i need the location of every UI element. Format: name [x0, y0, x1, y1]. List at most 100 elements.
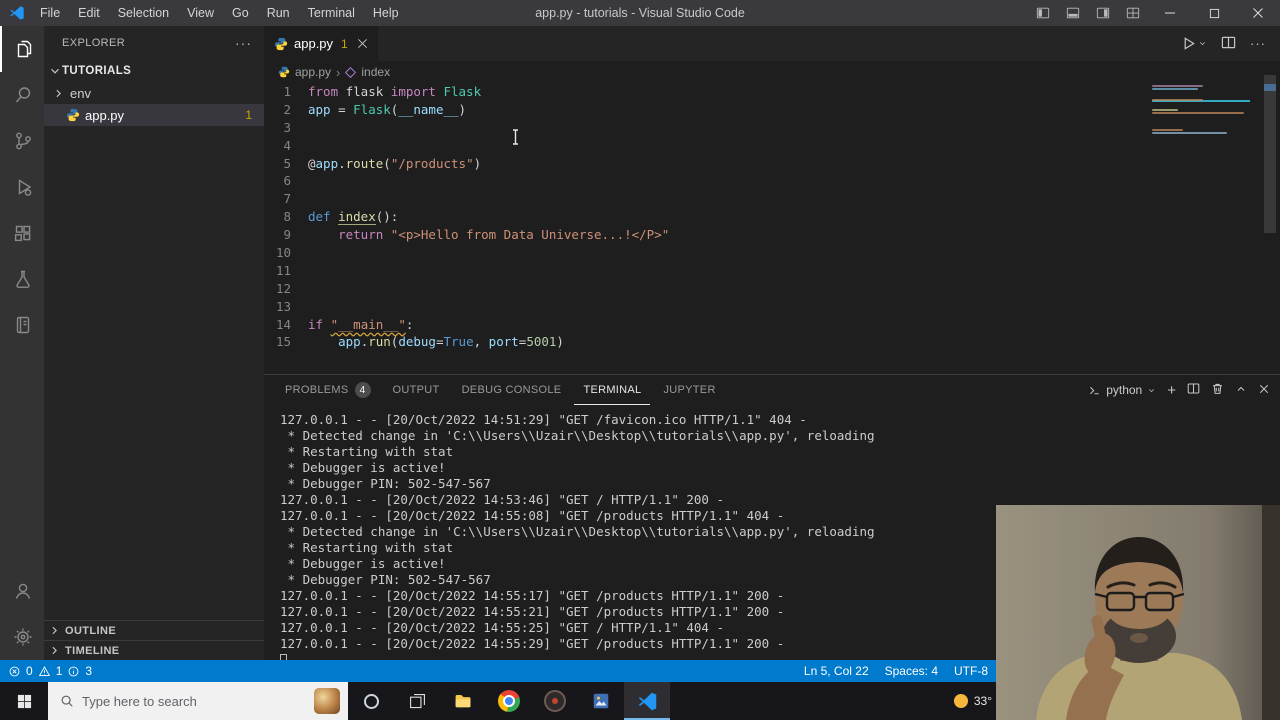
menu-selection[interactable]: Selection [109, 6, 178, 20]
line-number: 13 [275, 298, 291, 314]
search-highlight-image[interactable] [314, 688, 340, 714]
code-line-7[interactable]: 7 [264, 190, 1280, 208]
files-icon [17, 40, 32, 58]
menu-file[interactable]: File [31, 6, 69, 20]
toggle-sidebar-icon[interactable] [1028, 0, 1058, 26]
maximize-panel-icon[interactable] [1235, 383, 1247, 398]
weather-widget[interactable]: 33° [953, 682, 992, 720]
activity-run-debug[interactable] [0, 164, 44, 210]
maximize-button[interactable] [1192, 0, 1236, 26]
breadcrumb-symbol[interactable]: index [361, 65, 390, 79]
workspace-folder-tutorials[interactable]: TUTORIALS [44, 60, 264, 82]
gear-icon [14, 628, 32, 646]
new-terminal-icon[interactable]: + [1167, 383, 1176, 398]
activity-extensions[interactable] [0, 210, 44, 256]
activity-notebooks[interactable] [0, 302, 44, 348]
encoding[interactable]: UTF-8 [954, 664, 988, 678]
vscode-window: File Edit Selection View Go Run Terminal Help a… [0, 0, 1280, 720]
vscode-taskbar-button[interactable] [624, 682, 670, 720]
sidebar-bottom-sections: OUTLINE TIMELINE [44, 620, 264, 660]
code-line-9[interactable]: 9 return "<p>Hello from Data Universe...… [264, 226, 1280, 244]
kill-terminal-icon[interactable] [1211, 382, 1224, 398]
menu-help[interactable]: Help [364, 6, 408, 20]
breadcrumb-file[interactable]: app.py [295, 65, 331, 79]
tree-item-app-py[interactable]: app.py 1 [44, 104, 264, 126]
terminal-icon [1090, 386, 1099, 394]
tab-output[interactable]: OUTPUT [384, 375, 449, 405]
line-number: 4 [283, 137, 291, 153]
close-panel-icon[interactable] [1258, 383, 1270, 398]
menu-terminal[interactable]: Terminal [299, 6, 364, 20]
split-editor-icon[interactable] [1221, 35, 1236, 53]
code-editor[interactable]: 1 from flask import Flask 2 app = Flask(__n… [264, 83, 1280, 374]
menu-run[interactable]: Run [258, 6, 299, 20]
code-line-4[interactable]: 4 [264, 137, 1280, 155]
code-line-12[interactable]: 12 [264, 280, 1280, 298]
window-title: app.py - tutorials - Visual Studio Code [535, 6, 745, 20]
activity-testing[interactable] [0, 256, 44, 302]
explorer-header: EXPLORER ··· [44, 26, 264, 60]
code-line-10[interactable]: 10 [264, 244, 1280, 262]
media-app-button[interactable] [532, 682, 578, 720]
tab-problems[interactable]: PROBLEMS 4 [276, 375, 380, 405]
minimize-button[interactable] [1148, 0, 1192, 26]
code-line-5[interactable]: 5 @app.route("/products") [264, 155, 1280, 173]
activity-search[interactable] [0, 72, 44, 118]
tree-item-env[interactable]: env [44, 82, 264, 104]
section-timeline[interactable]: TIMELINE [44, 640, 264, 660]
file-explorer-button[interactable] [440, 682, 486, 720]
toggle-secondary-sidebar-icon[interactable] [1088, 0, 1118, 26]
run-python-file-button[interactable] [1181, 36, 1207, 51]
menubar: File Edit Selection View Go Run Terminal Help [31, 0, 408, 26]
tab-debug-console[interactable]: DEBUG CONSOLE [453, 375, 571, 405]
close-tab-icon[interactable] [357, 38, 368, 49]
settings-button[interactable] [0, 614, 44, 660]
chrome-icon [498, 690, 520, 712]
explorer-actions-icon[interactable]: ··· [235, 35, 252, 51]
chevron-down-icon [1149, 388, 1155, 392]
section-outline[interactable]: OUTLINE [44, 620, 264, 640]
activity-source-control[interactable] [0, 118, 44, 164]
line-content: app.run(debug=True, port=5001) [338, 334, 564, 350]
code-line-3[interactable]: 3 [264, 119, 1280, 137]
code-line-15[interactable]: 15 app.run(debug=True, port=5001) [264, 333, 1280, 351]
more-actions-icon[interactable]: ··· [1250, 36, 1266, 51]
activity-explorer[interactable] [0, 26, 44, 72]
editor-scrollbar[interactable] [1264, 75, 1276, 233]
account-button[interactable] [0, 568, 44, 614]
cortana-button[interactable] [348, 682, 394, 720]
cursor-position[interactable]: Ln 5, Col 22 [804, 664, 869, 678]
tab-jupyter[interactable]: JUPYTER [654, 375, 724, 405]
code-line-14[interactable]: 14 if "__main__": [264, 316, 1280, 334]
photos-app-button[interactable] [578, 682, 624, 720]
code-line-1[interactable]: 1 from flask import Flask [264, 83, 1280, 101]
tab-app-py[interactable]: app.py 1 [264, 26, 378, 61]
toggle-panel-icon[interactable] [1058, 0, 1088, 26]
line-content: if "__main__": [308, 316, 414, 332]
code-line-2[interactable]: 2 app = Flask(__name__) [264, 101, 1280, 119]
problems-status[interactable]: 0 1 3 [0, 664, 92, 678]
line-number: 11 [275, 262, 291, 278]
taskbar-search[interactable]: Type here to search [48, 682, 348, 720]
terminal-shell-selector[interactable]: python [1088, 383, 1156, 397]
menu-edit[interactable]: Edit [69, 6, 109, 20]
tab-problems-badge: 1 [341, 36, 348, 51]
code-line-8[interactable]: 8 def index(): [264, 208, 1280, 226]
menu-view[interactable]: View [178, 6, 223, 20]
start-button[interactable] [0, 682, 48, 720]
indentation[interactable]: Spaces: 4 [885, 664, 938, 678]
split-terminal-icon[interactable] [1187, 382, 1200, 398]
customize-layout-icon[interactable] [1118, 0, 1148, 26]
task-view-button[interactable] [394, 682, 440, 720]
code-line-6[interactable]: 6 [264, 172, 1280, 190]
line-number: 1 [283, 84, 291, 99]
search-placeholder: Type here to search [82, 693, 197, 709]
minimap[interactable] [1152, 85, 1250, 195]
code-line-13[interactable]: 13 [264, 298, 1280, 316]
tab-terminal[interactable]: TERMINAL [574, 375, 650, 405]
close-window-button[interactable] [1236, 0, 1280, 26]
line-number: 8 [283, 209, 291, 225]
chrome-button[interactable] [486, 682, 532, 720]
menu-go[interactable]: Go [223, 6, 258, 20]
code-line-11[interactable]: 11 [264, 262, 1280, 280]
